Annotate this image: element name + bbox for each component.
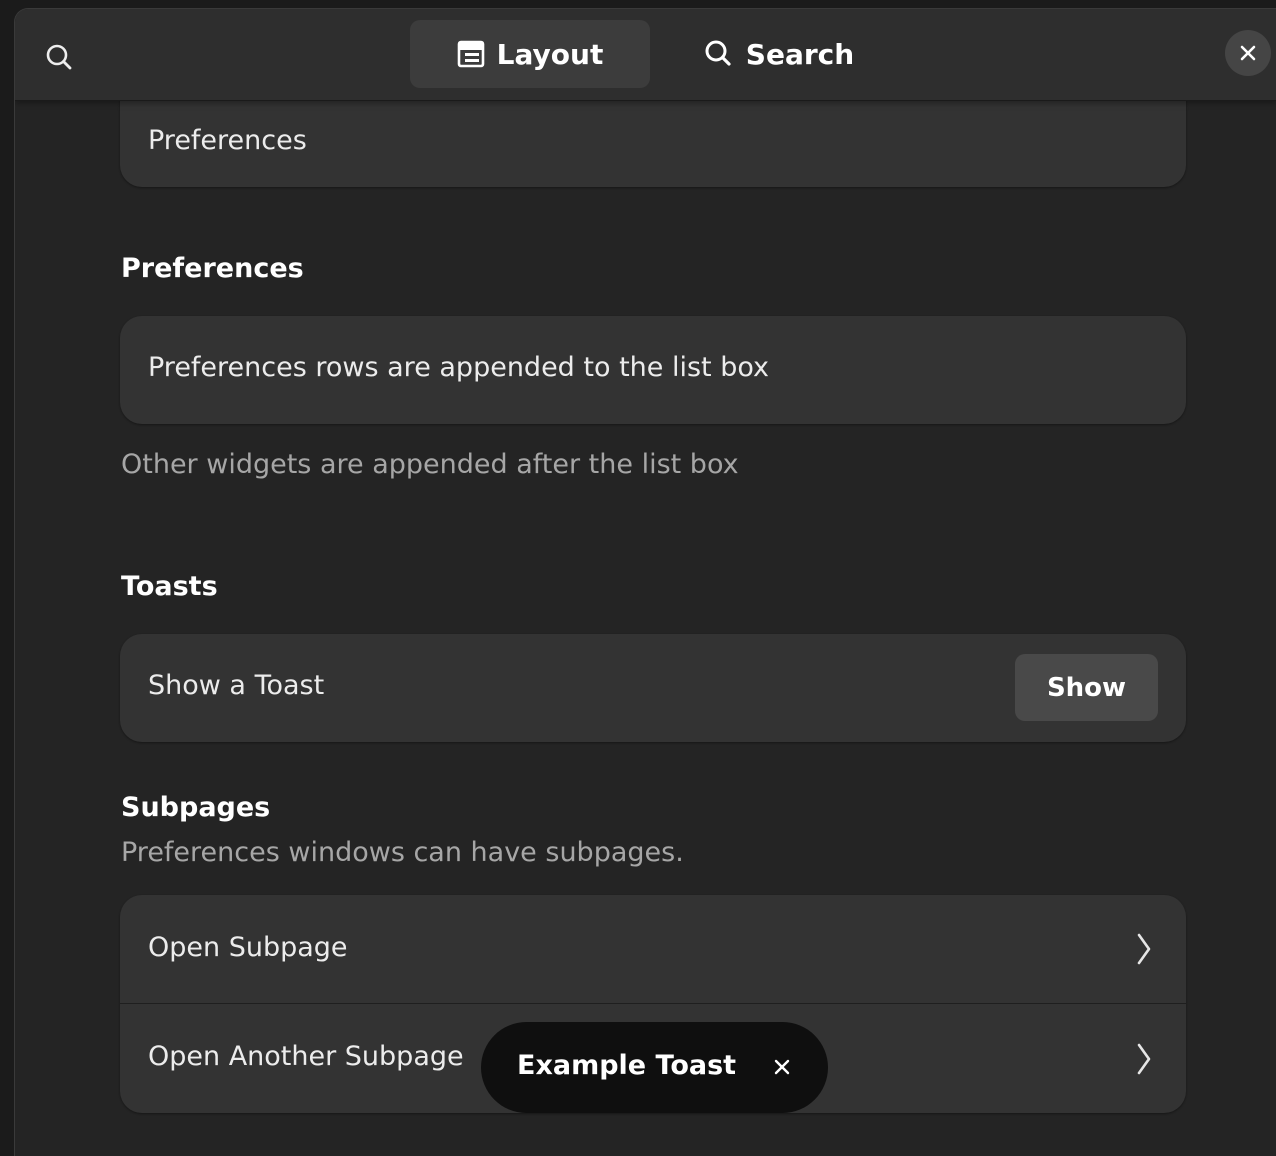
toast-close-button[interactable] <box>767 1052 797 1082</box>
preferences-window: Preferences Preferences Preferences rows… <box>14 8 1276 1156</box>
header-bar: Layout Search <box>15 9 1276 101</box>
row-label: Open Subpage <box>148 932 348 963</box>
preferences-footer-text: Other widgets are appended after the lis… <box>121 449 739 480</box>
tab-search[interactable]: Search <box>668 20 888 88</box>
toast-title: Example Toast <box>517 1050 737 1081</box>
show-toast-row: Show a Toast Show <box>120 634 1186 742</box>
row-label: Show a Toast <box>148 670 325 701</box>
preferences-row[interactable]: Preferences rows are appended to the lis… <box>120 316 1186 424</box>
preferences-page[interactable]: Preferences Preferences Preferences rows… <box>15 9 1276 1156</box>
search-toggle-button[interactable] <box>39 37 79 77</box>
row-label: Preferences <box>148 125 307 156</box>
group-title-toasts: Toasts <box>121 571 218 602</box>
chevron-right-icon <box>1137 933 1151 965</box>
tab-label: Search <box>745 37 855 71</box>
tab-label: Layout <box>496 37 604 71</box>
row-label: Open Another Subpage <box>148 1041 464 1072</box>
close-window-button[interactable] <box>1225 30 1271 76</box>
layout-icon <box>457 40 484 68</box>
show-toast-button[interactable]: Show <box>1015 654 1158 721</box>
close-icon <box>774 1059 790 1075</box>
search-icon <box>46 44 72 70</box>
subpages-description: Preferences windows can have subpages. <box>121 837 684 868</box>
toast: Example Toast <box>481 1022 828 1113</box>
row-label: Preferences rows are appended to the lis… <box>148 352 770 383</box>
chevron-right-icon <box>1137 1043 1151 1075</box>
open-subpage-row[interactable]: Open Subpage <box>120 895 1186 1003</box>
group-title-subpages: Subpages <box>121 792 271 823</box>
close-icon <box>1240 45 1256 61</box>
search-icon <box>705 40 731 66</box>
group-title-preferences: Preferences <box>121 253 304 284</box>
tab-layout[interactable]: Layout <box>410 20 650 88</box>
view-switcher: Layout Search <box>410 20 888 88</box>
